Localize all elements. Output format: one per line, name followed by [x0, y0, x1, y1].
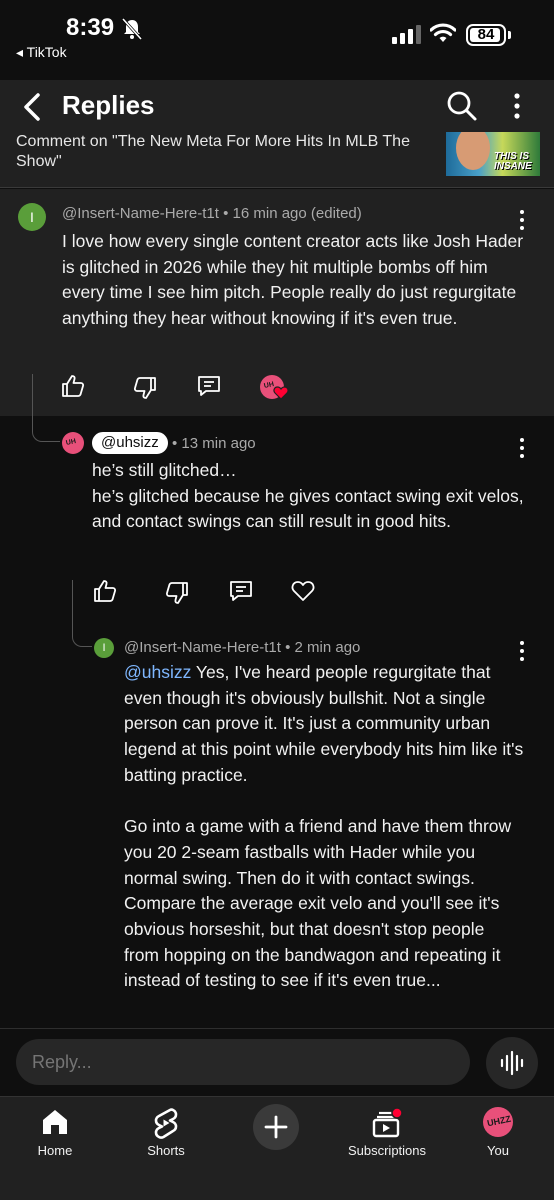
shorts-icon	[154, 1108, 178, 1139]
thread-line	[32, 374, 60, 442]
back-arrow-icon[interactable]	[18, 90, 48, 124]
reply-input[interactable]	[16, 1039, 470, 1085]
dislike-icon[interactable]	[132, 375, 158, 401]
back-to-app-link[interactable]: ◂ TikTok	[16, 44, 67, 61]
comment-body: he’s still glitched… he’s glitched becau…	[92, 458, 532, 535]
comment-options-icon[interactable]	[514, 640, 530, 662]
like-icon[interactable]	[60, 373, 86, 399]
page-title: Replies	[62, 90, 155, 120]
bell-off-icon	[122, 18, 142, 40]
video-thumbnail[interactable]: THIS IS INSANE	[446, 132, 540, 176]
comment-line: he’s still glitched…	[92, 460, 237, 480]
comment-options-icon[interactable]	[514, 209, 530, 231]
nav-label: You	[487, 1143, 509, 1158]
comment-meta: @Insert-Name-Here-t1t • 16 min ago (edit…	[62, 205, 362, 222]
avatar[interactable]: UH	[62, 432, 84, 454]
thumbnail-caption: THIS IS INSANE	[494, 151, 532, 172]
mention-link[interactable]: @uhsizz	[124, 662, 191, 682]
main-comment: I @Insert-Name-Here-t1t • 16 min ago (ed…	[0, 189, 554, 416]
nav-shorts[interactable]: Shorts	[111, 1103, 221, 1163]
nav-you[interactable]: UHZZ You	[443, 1103, 553, 1163]
nav-subscriptions[interactable]: Subscriptions	[332, 1103, 442, 1163]
avatar[interactable]: I	[94, 638, 114, 658]
avatar: UHZZ	[483, 1107, 513, 1137]
comment-body: I love how every single content creator …	[62, 231, 524, 329]
status-bar: 8:39 ◂ TikTok 84	[0, 0, 554, 70]
dislike-icon[interactable]	[164, 580, 190, 606]
heart-outline-icon[interactable]	[290, 578, 316, 604]
home-icon	[43, 1110, 67, 1134]
reply-bar	[0, 1028, 554, 1096]
comment-meta: @Insert-Name-Here-t1t • 2 min ago	[124, 639, 361, 656]
battery-indicator: 84	[466, 24, 506, 46]
nav-label: Shorts	[147, 1143, 185, 1158]
like-icon[interactable]	[92, 578, 118, 604]
plus-icon	[264, 1115, 288, 1139]
voice-input-button[interactable]	[486, 1037, 538, 1089]
cellular-signal-icon	[392, 25, 421, 44]
comment-time: • 13 min ago	[172, 435, 256, 452]
battery-percent: 84	[477, 26, 495, 43]
video-context-row[interactable]: Comment on "The New Meta For More Hits I…	[0, 132, 554, 188]
nav-label: Home	[37, 1143, 73, 1158]
more-options-icon[interactable]	[508, 92, 526, 120]
thread-line	[72, 580, 92, 647]
subscriptions-icon	[372, 1107, 403, 1138]
creator-handle-badge[interactable]: @uhsizz	[92, 432, 168, 454]
comment-paragraph: Go into a game with a friend and have th…	[124, 816, 512, 991]
bottom-nav: Home Shorts Subscriptions UHZZ You	[0, 1096, 554, 1200]
create-button[interactable]	[253, 1104, 299, 1150]
reply-icon[interactable]	[228, 578, 254, 604]
video-context-text: Comment on "The New Meta For More Hits I…	[16, 133, 410, 170]
reply-icon[interactable]	[196, 373, 222, 399]
heart-icon	[273, 386, 289, 400]
voice-wave-icon	[500, 1050, 524, 1076]
comment-options-icon[interactable]	[514, 437, 530, 459]
replies-header: Replies	[0, 80, 554, 132]
nav-home[interactable]: Home	[0, 1103, 110, 1163]
avatar[interactable]: I	[18, 203, 46, 231]
search-icon[interactable]	[446, 90, 478, 122]
nav-label: Subscriptions	[347, 1143, 427, 1158]
comment-paragraph: @uhsizz Yes, I've heard people regurgita…	[124, 660, 524, 789]
comment-body: @uhsizz Yes, I've heard people regurgita…	[124, 660, 524, 994]
clock: 8:39	[66, 14, 115, 41]
comment-line: he’s glitched because he gives contact s…	[92, 485, 524, 532]
wifi-icon	[430, 23, 456, 42]
